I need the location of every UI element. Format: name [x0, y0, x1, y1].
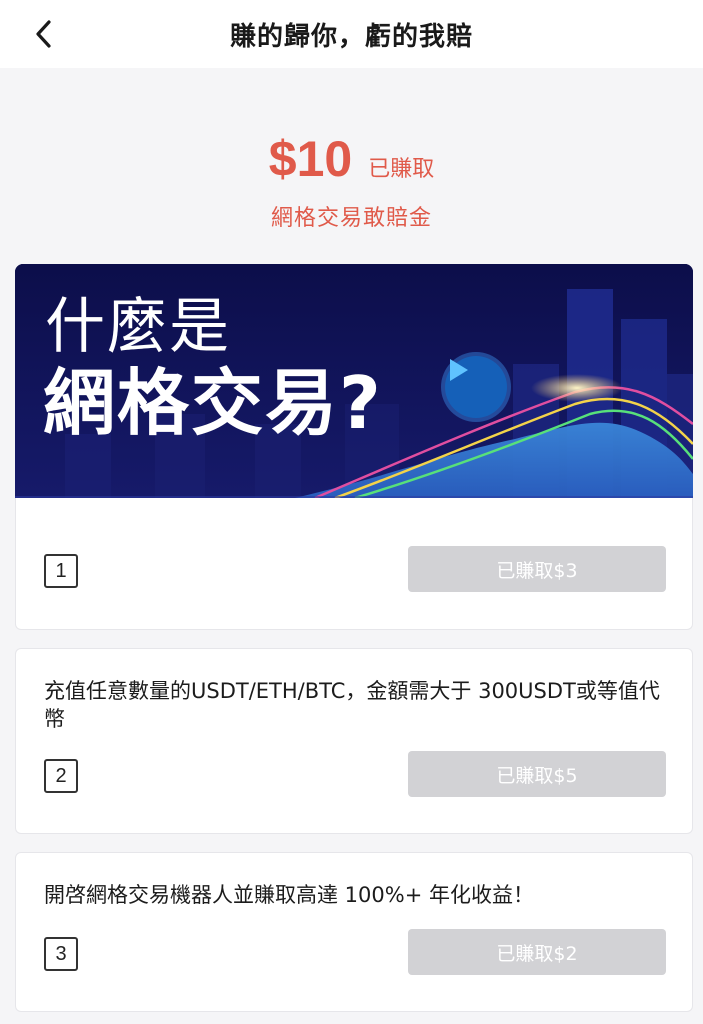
play-button[interactable]: [445, 356, 507, 418]
claim-reward-button[interactable]: 已賺取$5: [408, 751, 666, 797]
task-description: 開啓網格交易機器人並賺取高達 100%+ 年化收益！: [44, 883, 534, 907]
claim-reward-button[interactable]: 已賺取$3: [408, 546, 666, 592]
claim-reward-button[interactable]: 已賺取$2: [408, 929, 666, 975]
fund-name: 網格交易敢賠金: [270, 206, 432, 231]
task-card-2: 充值任意數量的USDT/ETH/BTC，金額需大于 300USDT或等值代幣 2…: [15, 648, 693, 834]
back-button[interactable]: [26, 16, 62, 52]
chevron-left-icon: [36, 20, 51, 48]
task-card-3: 開啓網格交易機器人並賺取高達 100%+ 年化收益！ 3 已賺取$2: [15, 852, 693, 1012]
page-title: 賺的歸你，虧的我賠: [229, 21, 473, 52]
step-number-badge: 2: [44, 759, 78, 793]
task-card-1: 1 已賺取$3: [15, 498, 693, 630]
step-number-badge: 3: [44, 937, 78, 971]
task-description: 充值任意數量的USDT/ETH/BTC，金額需大于 300USDT或等值代幣: [44, 679, 660, 731]
play-icon: [450, 359, 468, 381]
banner-title-line2: 網格交易?: [43, 361, 383, 445]
earned-summary: $10 已賺取: [0, 130, 703, 188]
step-number-badge: 1: [44, 554, 78, 588]
earned-amount: $10: [268, 131, 353, 187]
grid-trading-video-banner[interactable]: 什麼是 網格交易?: [15, 264, 693, 498]
top-nav-bar: 賺的歸你，虧的我賠: [0, 0, 703, 68]
earned-status-label: 已賺取: [368, 157, 435, 182]
